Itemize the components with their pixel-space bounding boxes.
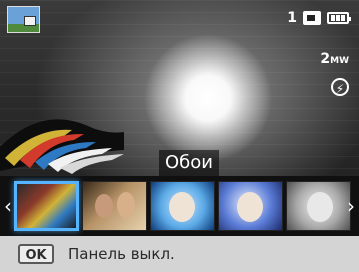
chevron-right-icon[interactable]: ›	[343, 176, 359, 236]
resolution-value: 2	[320, 51, 331, 67]
wallpaper-strip: ‹ ›	[0, 176, 359, 236]
menu-title: Обои	[159, 150, 219, 176]
flash-auto-icon: ⚡	[331, 78, 349, 96]
status-bar: 1	[287, 10, 351, 26]
shots-remaining: 1	[287, 10, 297, 26]
battery-full-icon	[327, 12, 351, 24]
thumb-child-blue-frame[interactable]	[150, 181, 215, 231]
thumb-child-bw-frame[interactable]	[286, 181, 351, 231]
camera-screen: 1 2MW ⚡ Обои ‹ › OK Панель выкл.	[0, 0, 359, 272]
thumb-feather-mural[interactable]	[14, 181, 79, 231]
thumb-child-fantasy-frame[interactable]	[218, 181, 283, 231]
feather-mural	[0, 119, 124, 174]
resolution-badge: 2MW	[320, 52, 349, 68]
camera-settings: 2MW ⚡	[320, 52, 349, 96]
thumb-couple-photo[interactable]	[82, 181, 147, 231]
footer-bar: OK Панель выкл.	[0, 236, 359, 272]
ok-button[interactable]: OK	[18, 244, 54, 264]
panel-off-hint: Панель выкл.	[68, 245, 175, 263]
scene-thumbnail	[7, 6, 40, 33]
resolution-unit: MW	[330, 56, 349, 66]
wallpaper-thumbnails	[14, 181, 351, 231]
memory-card-icon	[303, 11, 321, 25]
